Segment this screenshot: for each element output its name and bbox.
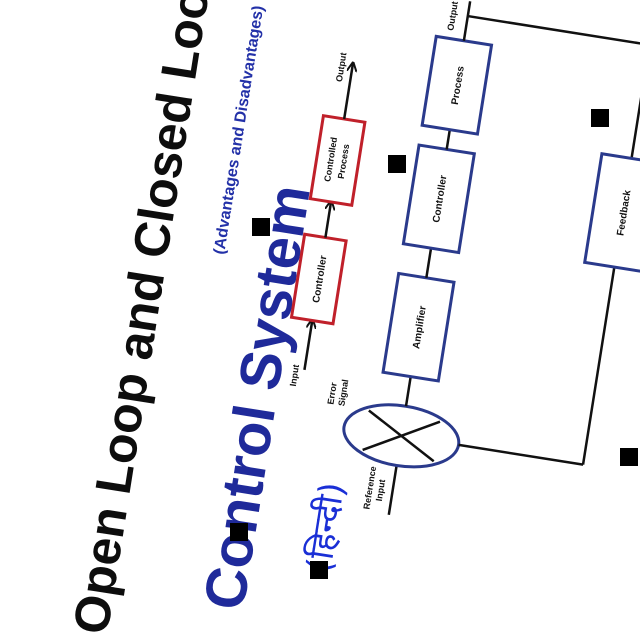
scan-artifact [591,109,609,127]
scan-artifact [620,448,638,466]
scan-artifact [388,155,406,173]
scan-artifact [230,523,248,541]
diagram-canvas: Open Loop and Closed Loop Control System… [0,0,640,640]
scan-artifact [310,561,328,579]
scan-artifact [252,218,270,236]
